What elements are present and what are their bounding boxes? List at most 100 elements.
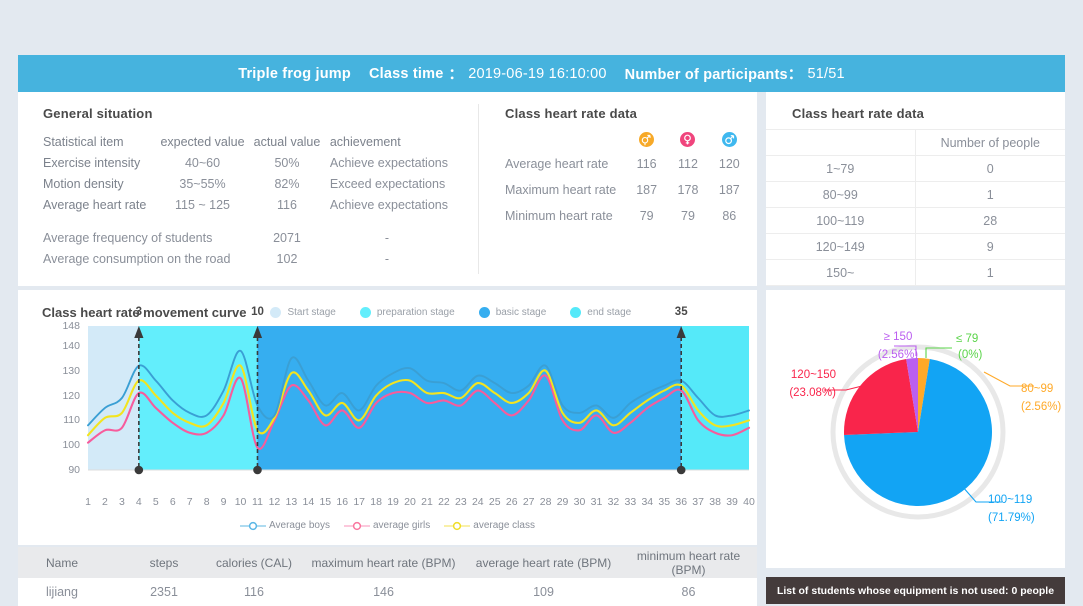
pie-slice-label: 80~99 — [1021, 383, 1053, 395]
equipment-not-used-text: List of students whose equipment is not … — [776, 584, 1055, 597]
preparation-stage-label: preparation stage — [376, 306, 455, 318]
row-value-all: 187 — [636, 183, 658, 197]
class-time-separator: ： — [448, 67, 464, 83]
col-expected-value: expected value — [160, 134, 245, 149]
legend-item-basic-stage[interactable]: basic stage — [478, 306, 546, 318]
header-count-cell: Number of people — [915, 129, 1065, 156]
table-row: Maximum heart rate 187 178 187 — [505, 177, 750, 203]
x-axis-tick: 40 — [743, 496, 755, 508]
heart-rate-distribution-title: Class heart rate data — [792, 106, 925, 121]
all-gender-cell — [626, 127, 667, 151]
general-situation-table: Statistical item expected value actual v… — [43, 131, 448, 269]
legend-item-preparation-stage[interactable]: preparation stage — [359, 306, 455, 318]
pie-slice-label: ≤ 79 — [956, 333, 978, 345]
x-axis-tick: 22 — [438, 496, 450, 508]
y-axis-tick: 90 — [68, 464, 80, 476]
x-axis-tick: 36 — [675, 496, 688, 508]
x-axis-tick: 8 — [203, 496, 210, 508]
end-stage-color-dot — [570, 306, 582, 318]
pie-slice-percent: (2.56%) — [1021, 401, 1061, 413]
pie-slice-percent: (2.56%) — [878, 349, 918, 361]
stage-marker-label: 10 — [251, 306, 264, 318]
x-axis-tick: 3 — [118, 496, 125, 508]
participants-group: Number of participants： 51/51 — [625, 63, 845, 84]
row-label: Minimum heart rate — [505, 209, 613, 223]
general-situation-title: General situation — [43, 106, 153, 121]
row-label: Average heart rate — [505, 157, 609, 171]
average-girls-line-marker — [344, 521, 370, 530]
row-achievement: Exceed expectations — [329, 176, 446, 191]
x-axis-tick: 23 — [455, 496, 467, 508]
legend-item-average-boys[interactable]: Average boys — [240, 520, 330, 531]
range-cell: 100~119 — [766, 207, 916, 234]
heart-rate-distribution-panel: Class heart rate data Number of people 1… — [766, 92, 1065, 286]
x-axis-tick: 14 — [302, 496, 315, 508]
cell-name: lijiang — [18, 578, 120, 606]
x-axis-tick: 26 — [505, 496, 518, 508]
heart-rate-pie-chart[interactable]: ≤ 79 (0%) 80~99 (2.56%) 100~119 (71.79%) 120~1… — [766, 290, 1065, 568]
average-girls-label: average girls — [373, 520, 431, 531]
heart-rate-pie-panel: ≤ 79 (0%) 80~99 (2.56%) 100~119 (71.79%) 120~1… — [766, 290, 1065, 568]
stage-marker-label: 35 — [674, 306, 688, 318]
table-row: Minimum heart rate 79 79 86 — [505, 203, 750, 229]
preparation-stage-color-dot — [359, 306, 371, 318]
table-row: Exercise intensity 40~60 50% Achieve exp… — [43, 152, 448, 173]
x-axis-tick: 4 — [135, 496, 142, 508]
y-axis-tick: 100 — [62, 439, 80, 452]
table-row: Average heart rate 116 112 120 — [505, 151, 750, 177]
col-name: Name — [18, 547, 120, 578]
row-value-all: 79 — [639, 209, 654, 223]
col-min-hr: minimum heart rate (BPM) — [620, 547, 757, 578]
x-axis-tick: 39 — [726, 496, 738, 508]
pie-slice[interactable] — [843, 358, 918, 435]
row-expected: 40~60 — [184, 155, 221, 170]
x-axis-tick: 27 — [522, 496, 535, 508]
col-achievement: achievement — [329, 134, 401, 149]
pie-slice-percent: (0%) — [958, 349, 982, 361]
spacer-cell — [43, 215, 448, 227]
table-header-row: Statistical item expected value actual v… — [43, 131, 448, 152]
x-axis-tick: 21 — [421, 496, 433, 508]
icon-row-spacer — [505, 127, 626, 151]
x-axis-tick: 19 — [387, 496, 399, 508]
x-axis-tick: 30 — [573, 496, 586, 508]
female-cell — [667, 127, 708, 151]
table-header-row: Name steps calories (CAL) maximum heart … — [18, 547, 757, 578]
col-steps: steps — [120, 547, 208, 578]
legend-item-average-class[interactable]: average class — [444, 520, 535, 531]
legend-item-start-stage[interactable]: Start stage — [270, 306, 336, 318]
heart-rate-distribution-section: Class heart rate data Number of people 1… — [766, 92, 1065, 286]
heart-rate-line-chart[interactable]: 90 100 110 120 130 140 148 3 10 35 1 2 3 4 5 6 7 8 9 10 11… — [18, 306, 757, 545]
row-value-male: 187 — [718, 183, 740, 197]
average-boys-label: Average boys — [269, 520, 330, 531]
row-achievement: Achieve expectations — [329, 197, 448, 212]
class-time-group: Class time： 2019-06-19 16:10:00 — [369, 63, 607, 84]
x-axis-tick: 34 — [641, 496, 654, 508]
legend-item-end-stage[interactable]: end stage — [570, 306, 631, 318]
all-gender-icon — [639, 131, 655, 147]
pie-slice-label: 120~150 — [791, 369, 836, 381]
count-cell: 1 — [915, 181, 1065, 208]
row-value-female: 178 — [677, 183, 699, 197]
pie-chart-svg: ≤ 79 (0%) 80~99 (2.56%) 100~119 (71.79%) 120~1… — [789, 331, 1061, 524]
line-chart-svg — [86, 326, 751, 475]
row-actual: 2071 — [273, 230, 301, 245]
equipment-not-used-bar[interactable]: List of students whose equipment is not … — [766, 577, 1065, 604]
range-cell: 1~79 — [766, 155, 916, 182]
legend-item-average-girls[interactable]: average girls — [344, 520, 430, 531]
col-max-hr: maximum heart rate (BPM) — [300, 547, 467, 578]
x-axis-tick: 31 — [590, 496, 603, 508]
range-cell: 80~99 — [766, 181, 916, 208]
student-table: Name steps calories (CAL) maximum heart … — [18, 547, 757, 606]
row-expected: 35~55% — [179, 176, 226, 191]
x-axis-tick: 18 — [370, 496, 382, 508]
x-axis-tick: 11 — [252, 496, 263, 508]
row-item: Exercise intensity — [43, 155, 141, 170]
table-spacer-row — [43, 215, 448, 227]
class-title-bar: Triple frog jump Class time： 2019-06-19 … — [18, 55, 1065, 92]
average-class-line-marker — [444, 521, 471, 530]
cell-steps: 2351 — [120, 578, 208, 606]
dashboard-root: Triple frog jump Class time： 2019-06-19 … — [0, 0, 1083, 606]
class-name: Triple frog jump — [238, 65, 351, 82]
table-row[interactable]: lijiang 2351 116 146 109 86 — [18, 578, 757, 606]
